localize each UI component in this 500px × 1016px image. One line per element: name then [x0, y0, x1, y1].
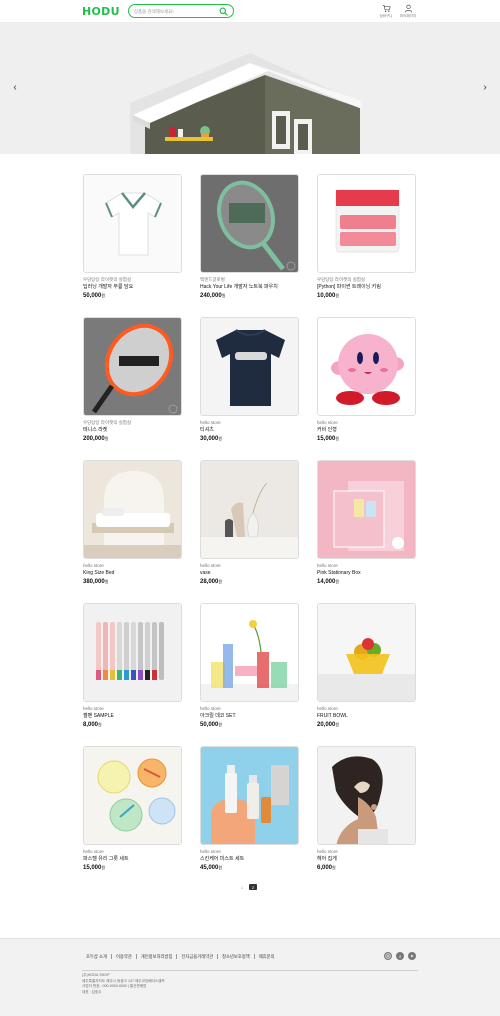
- product-name[interactable]: 파스텔 유리 그릇 세트: [83, 855, 182, 863]
- product-card[interactable]: hello store 파스텔 유리 그릇 세트 15,000원: [83, 746, 182, 871]
- product-image[interactable]: [200, 317, 299, 416]
- product-price: 380,000원: [83, 579, 109, 585]
- product-card[interactable]: hello store vase 28,000원: [200, 460, 299, 585]
- product-image[interactable]: [83, 174, 182, 273]
- product-card[interactable]: hello store Pink Stationary Box 14,000원: [317, 460, 416, 585]
- product-image[interactable]: [83, 460, 182, 559]
- product-card[interactable]: 우당탕탕 라이캣의 실험실 [Python] 파이썬 트레이닝 키링 10,00…: [317, 174, 416, 299]
- product-price: 200,000원: [83, 436, 109, 442]
- product-price: 50,000원: [200, 722, 223, 728]
- product-name[interactable]: 아크릴 데코 SET: [200, 712, 299, 720]
- product-price: 45,000원: [200, 865, 223, 871]
- product-price: 30,000원: [200, 436, 223, 442]
- banner-image: [0, 23, 500, 154]
- product-price: 15,000원: [317, 436, 340, 442]
- header-actions: 장바구니 마이페이지: [380, 4, 417, 19]
- product-image[interactable]: [317, 460, 416, 559]
- facebook-icon[interactable]: f: [396, 952, 404, 960]
- product-price: 14,000원: [317, 579, 340, 585]
- product-price: 240,000원: [200, 293, 226, 299]
- pagination: 1 2: [238, 884, 257, 890]
- search-bar[interactable]: [127, 4, 234, 18]
- product-name[interactable]: 딥러닝 개발자 무릎 담요: [83, 283, 182, 291]
- footer-divider: [82, 970, 418, 971]
- product-name[interactable]: 젤펜 SAMPLE: [83, 712, 182, 720]
- page-button-1[interactable]: 1: [238, 884, 246, 890]
- product-card[interactable]: hello store King Size Bed 380,000원: [83, 460, 182, 585]
- product-card[interactable]: hello store 커비 인형 15,000원: [317, 317, 416, 442]
- product-image[interactable]: [317, 174, 416, 273]
- instagram-icon[interactable]: [384, 952, 392, 960]
- product-price: 10,000원: [317, 293, 340, 299]
- footer-company-info: (주)HODU SHOP 제주특별자치도 제주시 동광고 137 제주코딩베이스…: [82, 973, 165, 995]
- mypage-button[interactable]: 마이페이지: [399, 4, 417, 19]
- footer-link-partnership[interactable]: 제휴문의: [255, 954, 279, 959]
- product-card[interactable]: hello store 젤펜 SAMPLE 8,000원: [83, 603, 182, 728]
- footer-link-youth-policy[interactable]: 청소년보호정책: [218, 954, 255, 959]
- product-card[interactable]: hello store 헤어 집게 6,000원: [317, 746, 416, 871]
- product-name[interactable]: [Python] 파이썬 트레이닝 키링: [317, 283, 416, 291]
- product-image[interactable]: [200, 460, 299, 559]
- page: HODU 장바구니 마이페이지: [0, 0, 500, 1016]
- product-image[interactable]: [317, 317, 416, 416]
- product-price: 8,000원: [83, 722, 102, 728]
- page-button-2[interactable]: 2: [249, 884, 257, 890]
- product-image[interactable]: [317, 746, 416, 845]
- banner-next-button[interactable]: ›: [480, 81, 490, 93]
- product-name[interactable]: vase: [200, 569, 299, 577]
- product-name[interactable]: King Size Bed: [83, 569, 182, 577]
- cart-icon: [382, 4, 391, 13]
- youtube-icon[interactable]: [408, 952, 416, 960]
- product-card[interactable]: hello store 아크릴 데코 SET 50,000원: [200, 603, 299, 728]
- product-card[interactable]: 우당탕탕 라이캣의 실험실 테니스 라켓 200,000원: [83, 317, 182, 442]
- product-card[interactable]: hello store 티셔츠 30,000원: [200, 317, 299, 442]
- product-name[interactable]: 커비 인형: [317, 426, 416, 434]
- product-grid: 우당탕탕 라이캣의 실험실 딥러닝 개발자 무릎 담요 50,000원 백엔드글…: [83, 174, 417, 871]
- product-card[interactable]: 백엔드글로벌 Hack Your Life 개발자 노트북 파우치 240,00…: [200, 174, 299, 299]
- product-name[interactable]: 스킨케어 미스트 세트: [200, 855, 299, 863]
- footer-link-privacy[interactable]: 개인정보처리방침: [137, 954, 178, 959]
- search-icon[interactable]: [219, 6, 228, 16]
- footer-link-terms[interactable]: 이용약관: [112, 954, 137, 959]
- user-icon: [404, 4, 412, 13]
- product-image[interactable]: [83, 317, 182, 416]
- product-image[interactable]: [200, 746, 299, 845]
- product-image[interactable]: [200, 174, 299, 273]
- company-ceo: 대표 : 김호두: [82, 989, 102, 994]
- site-header: HODU 장바구니 마이페이지: [0, 0, 500, 23]
- footer-social: f: [384, 952, 416, 960]
- footer-links: 호두샵 소개 이용약관 개인정보처리방침 전자금융거래약관 청소년보호정책 제휴…: [82, 954, 279, 959]
- product-price: 20,000원: [317, 722, 340, 728]
- product-image[interactable]: [83, 746, 182, 845]
- product-price: 28,000원: [200, 579, 223, 585]
- product-name[interactable]: FRUIT BOWL: [317, 712, 416, 720]
- product-price: 6,000원: [317, 865, 336, 871]
- banner-prev-button[interactable]: ‹: [10, 81, 20, 93]
- cart-label: 장바구니: [379, 14, 393, 18]
- product-name[interactable]: 헤어 집게: [317, 855, 416, 863]
- cart-button[interactable]: 장바구니: [380, 4, 392, 19]
- product-name[interactable]: 티셔츠: [200, 426, 299, 434]
- logo[interactable]: HODU: [82, 5, 120, 18]
- product-name[interactable]: Pink Stationary Box: [317, 569, 416, 577]
- product-name[interactable]: 테니스 라켓: [83, 426, 182, 434]
- hero-banner[interactable]: ‹ ›: [0, 23, 500, 154]
- product-card[interactable]: hello store FRUIT BOWL 20,000원: [317, 603, 416, 728]
- site-footer: 호두샵 소개 이용약관 개인정보처리방침 전자금융거래약관 청소년보호정책 제휴…: [0, 938, 500, 1016]
- user-label: 마이페이지: [399, 14, 417, 18]
- product-image[interactable]: [317, 603, 416, 702]
- product-price: 50,000원: [83, 293, 106, 299]
- product-image[interactable]: [83, 603, 182, 702]
- product-card[interactable]: hello store 스킨케어 미스트 세트 45,000원: [200, 746, 299, 871]
- product-name[interactable]: Hack Your Life 개발자 노트북 파우치: [200, 283, 299, 291]
- product-image[interactable]: [200, 603, 299, 702]
- footer-link-finance-terms[interactable]: 전자금융거래약관: [177, 954, 219, 959]
- footer-link-about[interactable]: 호두샵 소개: [82, 954, 112, 959]
- search-input[interactable]: [133, 8, 219, 14]
- product-card[interactable]: 우당탕탕 라이캣의 실험실 딥러닝 개발자 무릎 담요 50,000원: [83, 174, 182, 299]
- product-price: 15,000원: [83, 865, 106, 871]
